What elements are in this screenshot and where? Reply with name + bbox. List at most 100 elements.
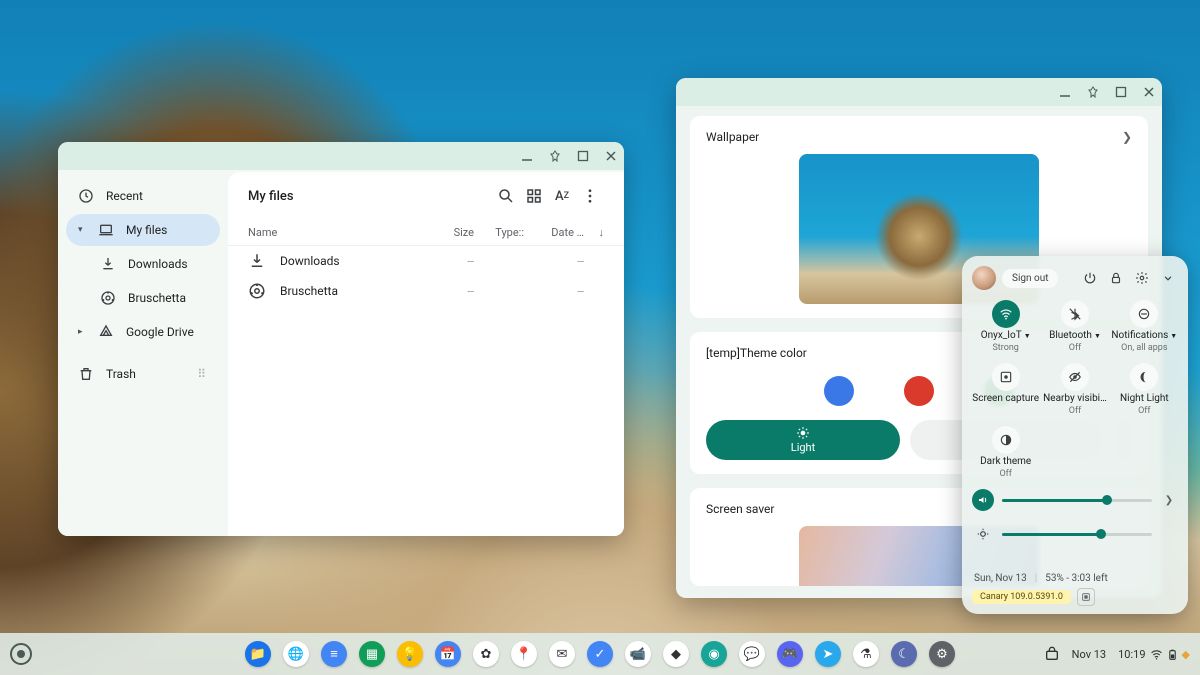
app-figma[interactable]: ◆ — [663, 641, 689, 667]
nearby-icon — [1061, 363, 1089, 391]
canary-badge: Canary 109.0.5391.0 — [972, 590, 1071, 604]
chevron-down-icon[interactable] — [1158, 268, 1178, 288]
table-row[interactable]: Bruschetta -- -- — [228, 276, 624, 306]
tile-label: Notifications▼ — [1111, 330, 1177, 341]
sidebar-item-trash[interactable]: Trash ⠿ — [66, 358, 220, 390]
close-icon[interactable] — [604, 149, 618, 163]
qs-tile-notif[interactable]: Notifications▼ On, all apps — [1111, 298, 1178, 357]
search-icon[interactable] — [492, 182, 520, 210]
app-docs[interactable]: ≡ — [321, 641, 347, 667]
managed-icon[interactable] — [1077, 588, 1095, 606]
sidebar-item-recent[interactable]: Recent — [66, 180, 220, 212]
launcher-button[interactable] — [10, 643, 32, 665]
volume-slider[interactable] — [1002, 499, 1152, 502]
sidebar-item-label: Bruschetta — [128, 291, 186, 305]
row-name: Bruschetta — [280, 284, 424, 298]
chevron-right-icon[interactable]: ❯ — [1160, 495, 1178, 506]
app-gmail[interactable]: ✉ — [549, 641, 575, 667]
tile-label: Bluetooth▼ — [1049, 330, 1101, 341]
brightness-icon[interactable] — [972, 523, 994, 545]
files-title: My files — [248, 189, 294, 204]
avatar[interactable] — [972, 266, 996, 290]
col-size[interactable]: Size — [424, 226, 474, 239]
drag-handle-icon[interactable]: ⠿ — [197, 367, 208, 381]
col-type[interactable]: Type:: — [474, 226, 524, 239]
app-photos[interactable]: ✿ — [473, 641, 499, 667]
theme-swatch-1[interactable] — [904, 376, 934, 406]
app-chrome[interactable]: 🌐 — [283, 641, 309, 667]
app-chat[interactable]: 💬 — [739, 641, 765, 667]
more-icon[interactable] — [576, 182, 604, 210]
app-files[interactable]: 📁 — [245, 641, 271, 667]
sort-az-icon[interactable]: AZ — [548, 182, 576, 210]
row-date: -- — [524, 254, 584, 268]
sign-out-button[interactable]: Sign out — [1002, 269, 1058, 288]
qs-battery[interactable]: 53% - 3:03 left — [1045, 573, 1108, 584]
app-meet[interactable]: 📹 — [625, 641, 651, 667]
tile-sub: Off — [999, 469, 1011, 479]
shelf-status-area[interactable]: Nov 13 10:19 ◆ — [1044, 646, 1190, 662]
wallpaper-label: Wallpaper — [706, 130, 759, 144]
app-discord[interactable]: 🎮 — [777, 641, 803, 667]
trash-icon — [78, 366, 94, 382]
sort-arrow-icon[interactable]: ↓ — [584, 226, 604, 239]
lock-icon[interactable] — [1106, 268, 1126, 288]
app-telegram[interactable]: ➤ — [815, 641, 841, 667]
shelf-time[interactable]: 10:19 — [1118, 648, 1145, 661]
sidebar-item-bruschetta[interactable]: Bruschetta — [66, 282, 220, 314]
qs-tile-bluetooth[interactable]: Bluetooth▼ Off — [1041, 298, 1108, 357]
app-labs[interactable]: ⚗ — [853, 641, 879, 667]
app-keep[interactable]: 💡 — [397, 641, 423, 667]
sidebar-item-label: Google Drive — [126, 325, 194, 339]
sidebar-item-label: Trash — [106, 367, 136, 381]
minimize-icon[interactable] — [1058, 85, 1072, 99]
quick-settings-panel: Sign out Onyx_IoT▼ Strong Bluetooth▼ Off… — [962, 256, 1188, 614]
sidebar-item-drive[interactable]: ▸ Google Drive — [66, 316, 220, 348]
qs-date[interactable]: Sun, Nov 13 — [974, 573, 1027, 584]
app-settings[interactable]: ⚙ — [929, 641, 955, 667]
qs-tile-wifi[interactable]: Onyx_IoT▼ Strong — [972, 298, 1039, 357]
app-maps[interactable]: 📍 — [511, 641, 537, 667]
volume-icon[interactable] — [972, 489, 994, 511]
maximize-icon[interactable] — [1114, 85, 1128, 99]
app-tasks[interactable]: ✓ — [587, 641, 613, 667]
qs-tile-nearby[interactable]: Nearby visibi… Off — [1041, 361, 1108, 420]
power-icon[interactable] — [1080, 268, 1100, 288]
notification-icon: ◆ — [1182, 648, 1190, 661]
files-column-header[interactable]: Name Size Type:: Date … ↓ — [228, 220, 624, 246]
brightness-slider-row — [972, 523, 1178, 545]
close-icon[interactable] — [1142, 85, 1156, 99]
pin-icon[interactable] — [1086, 85, 1100, 99]
theme-light-button[interactable]: Light — [706, 420, 900, 460]
row-size: -- — [424, 284, 474, 298]
app-weather[interactable]: ☾ — [891, 641, 917, 667]
sidebar-item-my-files[interactable]: ▾ My files — [66, 214, 220, 246]
tile-sub: Off — [1138, 406, 1150, 416]
grid-view-icon[interactable] — [520, 182, 548, 210]
minimize-icon[interactable] — [520, 149, 534, 163]
tote-icon[interactable] — [1044, 646, 1060, 662]
table-row[interactable]: Downloads -- -- — [228, 246, 624, 276]
shelf-date[interactable]: Nov 13 — [1072, 648, 1106, 661]
row-date: -- — [524, 284, 584, 298]
tile-label: Dark theme — [980, 456, 1031, 467]
app-calendar[interactable]: 📅 — [435, 641, 461, 667]
sidebar-item-downloads[interactable]: Downloads — [66, 248, 220, 280]
col-name[interactable]: Name — [248, 226, 424, 239]
files-main: My files AZ Name Size Type:: Date … ↓ Do… — [228, 172, 624, 536]
files-window: Recent ▾ My files Downloads Bruschetta ▸… — [58, 142, 624, 536]
col-date[interactable]: Date … — [524, 226, 584, 239]
gear-icon[interactable] — [1132, 268, 1152, 288]
bluetooth-icon — [1061, 300, 1089, 328]
app-sheets[interactable]: ▦ — [359, 641, 385, 667]
app-photopea[interactable]: ◉ — [701, 641, 727, 667]
qs-tile-capture[interactable]: Screen capture — [972, 361, 1039, 420]
theme-swatch-0[interactable] — [824, 376, 854, 406]
brightness-slider[interactable] — [1002, 533, 1152, 536]
qs-tile-darktheme[interactable]: Dark theme Off — [972, 424, 1039, 483]
wifi-icon — [992, 300, 1020, 328]
pin-icon[interactable] — [548, 149, 562, 163]
maximize-icon[interactable] — [576, 149, 590, 163]
qs-tile-nightlight[interactable]: Night Light Off — [1111, 361, 1178, 420]
files-sidebar: Recent ▾ My files Downloads Bruschetta ▸… — [58, 170, 228, 536]
